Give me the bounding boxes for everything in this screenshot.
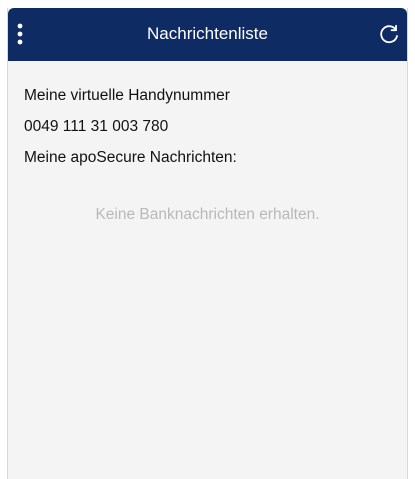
kebab-menu-icon (16, 22, 24, 46)
menu-button[interactable] (16, 19, 44, 49)
empty-state-message: Keine Banknachrichten erhalten. (95, 206, 320, 223)
message-list-panel: Nachrichtenliste Meine virtuelle Handynu… (7, 8, 408, 479)
phone-label: Meine virtuelle Handynummer (24, 87, 230, 104)
refresh-button[interactable] (373, 19, 405, 49)
content-area: Meine virtuelle Handynummer 0049 111 31 … (24, 82, 391, 175)
header-bar: Nachrichtenliste (8, 8, 407, 61)
page-title: Nachrichtenliste (147, 24, 268, 43)
phone-number: 0049 111 31 003 780 (24, 118, 169, 135)
messages-label: Meine apoSecure Nachrichten: (24, 149, 237, 166)
refresh-icon (378, 23, 400, 45)
